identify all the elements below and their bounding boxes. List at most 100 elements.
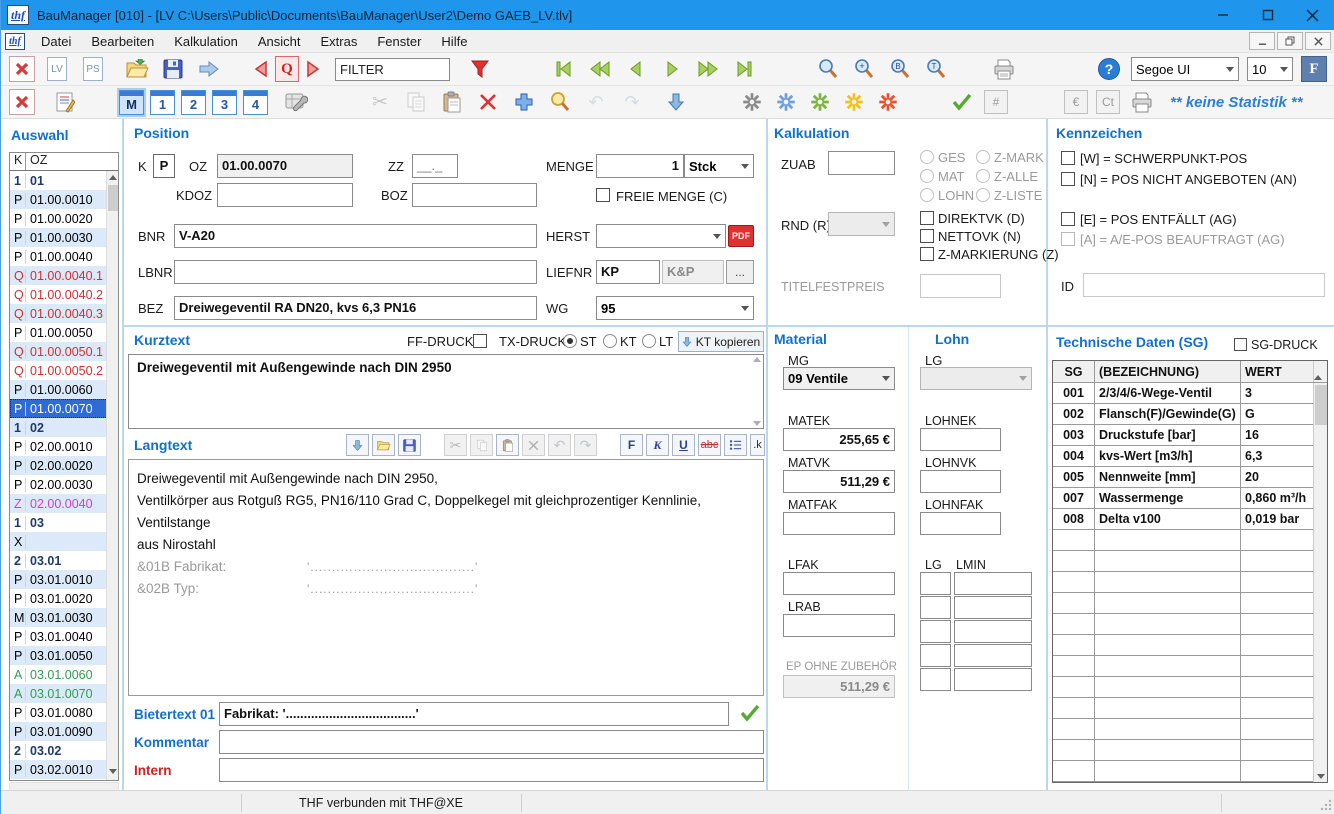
- delete-button[interactable]: [474, 88, 502, 116]
- sg-table-row-empty[interactable]: [1053, 761, 1327, 782]
- menu-item-hilfe[interactable]: Hilfe: [431, 32, 477, 51]
- add-position-button[interactable]: [510, 88, 538, 116]
- close-position-button[interactable]: [9, 89, 35, 115]
- lrab-field[interactable]: [783, 614, 895, 637]
- lg-row-field[interactable]: [920, 668, 951, 691]
- sg-table-row-empty[interactable]: [1053, 698, 1327, 719]
- sg-table-row-empty[interactable]: [1053, 593, 1327, 614]
- font-family-select[interactable]: Segoe UI: [1131, 57, 1239, 81]
- list-item[interactable]: 203.01: [10, 551, 118, 570]
- confirm-button[interactable]: [948, 88, 976, 116]
- list-item[interactable]: P03.02.0010: [10, 760, 118, 779]
- matek-field[interactable]: 255,65 €: [783, 428, 895, 451]
- export-button[interactable]: [195, 55, 223, 83]
- list-item[interactable]: A03.01.0060: [10, 665, 118, 684]
- cut-button[interactable]: ✂: [366, 88, 394, 116]
- next-q-button[interactable]: [299, 55, 327, 83]
- list-item[interactable]: 103: [10, 513, 118, 532]
- lohnek-field[interactable]: [920, 428, 1001, 451]
- sg-table-row[interactable]: 002Flansch(F)/Gewinde(G)G: [1053, 404, 1327, 425]
- nav-next-fast-button[interactable]: [694, 55, 722, 83]
- euro-button[interactable]: €: [1064, 90, 1088, 114]
- radio-mat[interactable]: [920, 169, 934, 183]
- sg-table-row[interactable]: 005Nennweite [mm]20: [1053, 467, 1327, 488]
- ff-druck-checkbox[interactable]: [473, 334, 487, 348]
- freie-menge-checkbox[interactable]: [596, 188, 610, 202]
- maximize-button[interactable]: [1245, 0, 1290, 30]
- menu-item-extras[interactable]: Extras: [311, 32, 368, 51]
- list-item[interactable]: P03.01.0080: [10, 703, 118, 722]
- matvk-field[interactable]: 511,29 €: [783, 470, 895, 493]
- list-item[interactable]: 101: [10, 171, 118, 190]
- kennzeichen-checkbox-3[interactable]: [1061, 212, 1075, 226]
- table-scrollbar[interactable]: [1313, 383, 1327, 782]
- list-item[interactable]: P03.01.0040: [10, 627, 118, 646]
- scrollbar-thumb[interactable]: [1315, 385, 1327, 425]
- sg-table-row[interactable]: 004kvs-Wert [m3/h]6,3: [1053, 446, 1327, 467]
- edit-note-button[interactable]: [51, 88, 79, 116]
- menu-item-datei[interactable]: Datei: [31, 32, 81, 51]
- calc-gear-button-4[interactable]: [840, 88, 868, 116]
- sg-table-row[interactable]: 007Wassermenge0,860 m³/h: [1053, 488, 1327, 509]
- bietertext-ok-button[interactable]: [739, 703, 761, 723]
- id-field[interactable]: [1083, 273, 1325, 297]
- langtext-textarea[interactable]: Dreiwegeventil mit Außengewinde nach DIN…: [128, 459, 764, 696]
- italic-text-button[interactable]: K: [646, 434, 669, 456]
- wg-select[interactable]: 95: [596, 296, 754, 320]
- zoom-t-button[interactable]: T: [922, 55, 950, 83]
- minimize-button[interactable]: [1200, 0, 1245, 30]
- tx-st-radio[interactable]: [563, 334, 577, 348]
- sg-table-row-empty[interactable]: [1053, 614, 1327, 635]
- kt-kopieren-button[interactable]: KT kopieren: [678, 331, 764, 352]
- resize-grip-icon[interactable]: [1320, 799, 1332, 811]
- lmin-row-field[interactable]: [954, 668, 1032, 691]
- boz-field[interactable]: [412, 183, 537, 207]
- radio-z-alle[interactable]: [976, 169, 990, 183]
- zz-field[interactable]: __._: [412, 154, 458, 178]
- list-item[interactable]: P01.00.0040: [10, 247, 118, 266]
- undo-text-button[interactable]: ↶: [548, 434, 571, 456]
- scrollbar-thumb[interactable]: [108, 185, 118, 211]
- view-button-2[interactable]: 2: [181, 90, 206, 115]
- bullet-list-button[interactable]: [724, 434, 747, 456]
- view-button-m[interactable]: M: [119, 90, 144, 115]
- calc-gear-button-1[interactable]: [738, 88, 766, 116]
- q-filter-button[interactable]: Q: [275, 56, 299, 82]
- kommentar-field[interactable]: [219, 730, 764, 754]
- mdi-restore-button[interactable]: [1277, 32, 1303, 50]
- sg-table-row-empty[interactable]: [1053, 530, 1327, 551]
- lmin-row-field[interactable]: [954, 644, 1032, 667]
- lohnfak-field[interactable]: [920, 512, 1001, 535]
- list-item[interactable]: P01.00.0050: [10, 323, 118, 342]
- number-button[interactable]: #: [984, 90, 1008, 114]
- bietertext-field[interactable]: Fabrikat: '.............................…: [219, 702, 729, 726]
- copy-text-button[interactable]: [470, 434, 493, 456]
- position-list[interactable]: KOZ 101P01.00.0010P01.00.0020P01.00.0030…: [9, 152, 119, 781]
- lbnr-field[interactable]: [174, 260, 537, 284]
- help-button[interactable]: ?: [1095, 55, 1123, 83]
- oz-field[interactable]: 01.00.0070: [217, 154, 353, 178]
- nav-first-button[interactable]: [550, 55, 578, 83]
- lg-row-field[interactable]: [920, 644, 951, 667]
- ps-document-button[interactable]: PS: [79, 55, 107, 83]
- sg-table[interactable]: SG(BEZEICHNUNG)WERT 0012/3/4/6-Wege-Vent…: [1052, 360, 1328, 783]
- zoom-b-button[interactable]: B: [886, 55, 914, 83]
- list-item[interactable]: Q01.00.0040.1: [10, 266, 118, 285]
- scroll-down-icon[interactable]: [1317, 774, 1325, 779]
- herst-select[interactable]: [596, 224, 726, 248]
- bold-font-button[interactable]: F: [1301, 56, 1327, 82]
- nav-next-button[interactable]: [658, 55, 686, 83]
- filter-apply-button[interactable]: [466, 55, 494, 83]
- sg-table-row-empty[interactable]: [1053, 740, 1327, 761]
- mdi-minimize-button[interactable]: [1249, 32, 1275, 50]
- kurztext-textarea[interactable]: Dreiwegeventil mit Außengewinde nach DIN…: [128, 354, 764, 429]
- prev-q-button[interactable]: [247, 55, 275, 83]
- list-item[interactable]: P03.01.0020: [10, 589, 118, 608]
- strikethrough-text-button[interactable]: abc: [698, 434, 721, 456]
- close-file-button[interactable]: [9, 56, 35, 82]
- calc-gear-button-3[interactable]: [806, 88, 834, 116]
- rnd-select[interactable]: [828, 212, 895, 236]
- checkbox-direktvk[interactable]: [920, 211, 934, 225]
- tx-kt-radio[interactable]: [603, 334, 617, 348]
- save-text-button[interactable]: [398, 434, 421, 456]
